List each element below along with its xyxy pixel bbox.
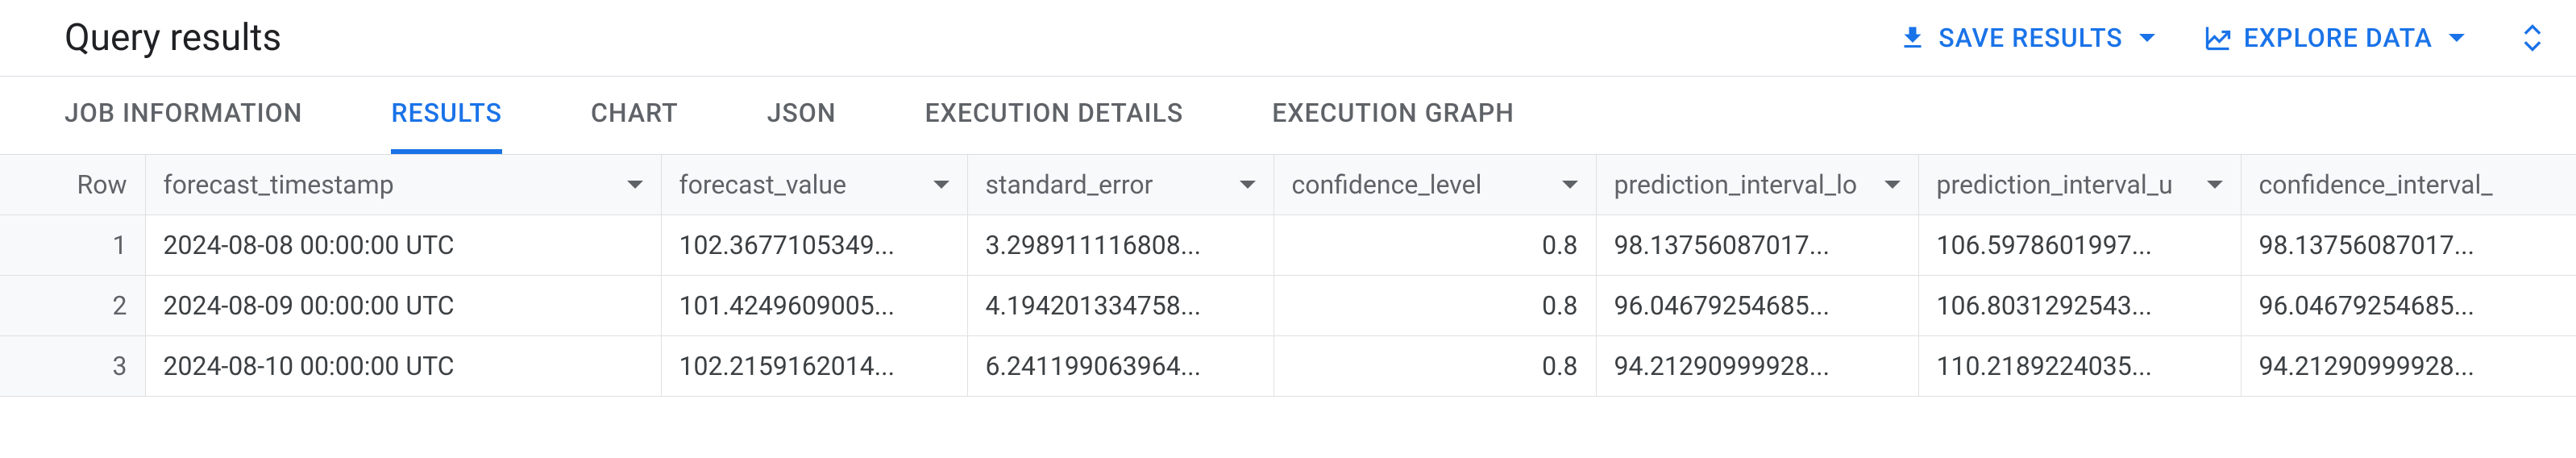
cell-forecast-timestamp: 2024-08-10 00:00:00 UTC	[145, 336, 661, 397]
cell-prediction-interval-lower: 94.21290999928...	[1596, 336, 1918, 397]
cell-forecast-value: 101.4249609005...	[661, 276, 967, 336]
col-header-row[interactable]: Row	[0, 155, 145, 215]
cell-standard-error: 4.194201334758...	[967, 276, 1273, 336]
col-header-prediction-interval-upper[interactable]: prediction_interval_u	[1918, 155, 2241, 215]
col-header-label: standard_error	[986, 169, 1153, 200]
col-header-label: confidence_interval_	[2259, 169, 2493, 200]
cell-confidence-interval-lower: 94.21290999928...	[2241, 336, 2576, 397]
col-header-label: confidence_level	[1292, 169, 1482, 200]
cell-prediction-interval-lower: 98.13756087017...	[1596, 215, 1918, 276]
chevron-down-icon	[933, 181, 949, 189]
cell-standard-error: 6.241199063964...	[967, 336, 1273, 397]
tab-job-information[interactable]: JOB INFORMATION	[64, 77, 302, 154]
results-header: Query results SAVE RESULTS EXPLORE DATA	[0, 0, 2576, 77]
cell-confidence-level: 0.8	[1273, 336, 1596, 397]
cell-forecast-timestamp: 2024-08-08 00:00:00 UTC	[145, 215, 661, 276]
col-header-label: prediction_interval_lo	[1614, 169, 1858, 200]
cell-forecast-timestamp: 2024-08-09 00:00:00 UTC	[145, 276, 661, 336]
col-header-forecast-timestamp[interactable]: forecast_timestamp	[145, 155, 661, 215]
chart-explore-icon	[2204, 23, 2233, 52]
explore-data-button[interactable]: EXPLORE DATA	[2204, 23, 2465, 53]
tab-execution-graph[interactable]: EXECUTION GRAPH	[1272, 77, 1514, 154]
page-title: Query results	[64, 16, 1898, 60]
tab-results[interactable]: RESULTS	[391, 77, 502, 154]
col-header-prediction-interval-lower[interactable]: prediction_interval_lo	[1596, 155, 1918, 215]
results-table-wrap: Row forecast_timestamp forecast_value st…	[0, 155, 2576, 397]
table-row: 2 2024-08-09 00:00:00 UTC 101.4249609005…	[0, 276, 2576, 336]
col-header-label: forecast_timestamp	[164, 169, 394, 200]
table-row: 3 2024-08-10 00:00:00 UTC 102.2159162014…	[0, 336, 2576, 397]
save-results-button[interactable]: SAVE RESULTS	[1898, 23, 2155, 53]
cell-forecast-value: 102.2159162014...	[661, 336, 967, 397]
cell-forecast-value: 102.3677105349...	[661, 215, 967, 276]
cell-prediction-interval-lower: 96.04679254685...	[1596, 276, 1918, 336]
chevron-down-icon	[1884, 181, 1901, 189]
tab-execution-details[interactable]: EXECUTION DETAILS	[925, 77, 1184, 154]
chevron-down-icon	[2139, 34, 2155, 42]
chevron-down-icon	[2207, 181, 2223, 189]
col-header-standard-error[interactable]: standard_error	[967, 155, 1273, 215]
col-header-confidence-interval-lower[interactable]: confidence_interval_	[2241, 155, 2576, 215]
cell-row-number: 3	[0, 336, 145, 397]
col-header-forecast-value[interactable]: forecast_value	[661, 155, 967, 215]
save-results-label: SAVE RESULTS	[1938, 23, 2123, 53]
col-header-label: Row	[77, 169, 127, 200]
table-row: 1 2024-08-08 00:00:00 UTC 102.3677105349…	[0, 215, 2576, 276]
col-header-label: prediction_interval_u	[1937, 169, 2173, 200]
table-header-row: Row forecast_timestamp forecast_value st…	[0, 155, 2576, 215]
col-header-label: forecast_value	[679, 169, 847, 200]
cell-confidence-interval-lower: 96.04679254685...	[2241, 276, 2576, 336]
cell-row-number: 2	[0, 276, 145, 336]
chevron-down-icon	[627, 181, 643, 189]
cell-row-number: 1	[0, 215, 145, 276]
cell-confidence-level: 0.8	[1273, 276, 1596, 336]
tab-json[interactable]: JSON	[767, 77, 837, 154]
cell-confidence-interval-lower: 98.13756087017...	[2241, 215, 2576, 276]
download-icon	[1898, 23, 1927, 52]
table-body: 1 2024-08-08 00:00:00 UTC 102.3677105349…	[0, 215, 2576, 397]
header-actions: SAVE RESULTS EXPLORE DATA	[1898, 23, 2544, 53]
results-table: Row forecast_timestamp forecast_value st…	[0, 155, 2576, 397]
expand-collapse-toggle[interactable]	[2521, 23, 2544, 53]
col-header-confidence-level[interactable]: confidence_level	[1273, 155, 1596, 215]
chevron-down-icon	[2521, 40, 2544, 53]
chevron-down-icon	[1240, 181, 1256, 189]
results-tabs: JOB INFORMATION RESULTS CHART JSON EXECU…	[0, 77, 2576, 155]
cell-prediction-interval-upper: 106.5978601997...	[1918, 215, 2241, 276]
cell-prediction-interval-upper: 110.2189224035...	[1918, 336, 2241, 397]
chevron-down-icon	[1562, 181, 1578, 189]
tab-chart[interactable]: CHART	[591, 77, 679, 154]
chevron-up-icon	[2521, 23, 2544, 35]
chevron-down-icon	[2449, 34, 2465, 42]
cell-standard-error: 3.298911116808...	[967, 215, 1273, 276]
cell-confidence-level: 0.8	[1273, 215, 1596, 276]
explore-data-label: EXPLORE DATA	[2244, 23, 2433, 53]
cell-prediction-interval-upper: 106.8031292543...	[1918, 276, 2241, 336]
